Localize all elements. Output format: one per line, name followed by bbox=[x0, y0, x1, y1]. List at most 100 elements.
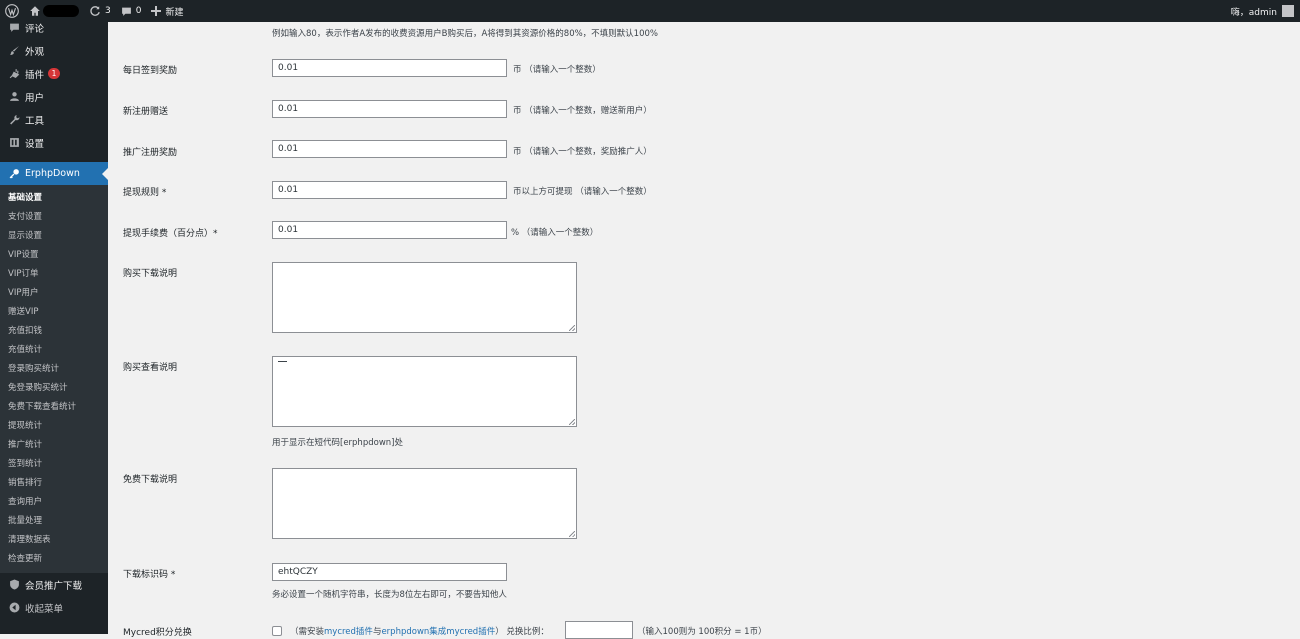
submenu-item[interactable]: 免费下载查看统计 bbox=[0, 398, 108, 417]
buy-view-desc-help: 用于显示在短代码[erphpdown]处 bbox=[272, 438, 403, 448]
comments-link[interactable]: 0 bbox=[116, 0, 147, 22]
submenu-item[interactable]: VIP订单 bbox=[0, 265, 108, 284]
daily-checkin-reward-label: 每日签到奖励 bbox=[123, 66, 178, 76]
menu-label: 用户 bbox=[25, 92, 45, 104]
withdraw-fee-input[interactable] bbox=[272, 221, 507, 239]
buy-download-desc-textarea[interactable] bbox=[272, 262, 577, 333]
withdraw-rule-label: 提现规则 * bbox=[123, 188, 167, 198]
resize-handle[interactable] bbox=[569, 325, 575, 331]
withdraw-fee-hint: % （请输入一个整数） bbox=[511, 228, 599, 238]
referral-reward-hint: 币 （请输入一个整数，奖励推广人） bbox=[513, 147, 652, 157]
mycred-ratio-text: ） 兑换比例： bbox=[495, 627, 549, 637]
withdraw-rule-input[interactable] bbox=[272, 181, 507, 199]
submenu-item[interactable]: 签到统计 bbox=[0, 455, 108, 474]
free-download-desc-label: 免费下载说明 bbox=[123, 475, 178, 485]
updates-count: 3 bbox=[105, 6, 111, 16]
menu-item-member-promo-download[interactable]: 会员推广下载 bbox=[0, 573, 108, 596]
download-code-help: 务必设置一个随机字符串，长度为8位左右即可，不要告知他人 bbox=[272, 590, 507, 600]
site-home-link[interactable] bbox=[24, 0, 84, 22]
paintbrush-icon bbox=[8, 45, 20, 57]
updates-link[interactable]: 3 bbox=[84, 0, 116, 22]
submenu-item[interactable]: 登录购买统计 bbox=[0, 360, 108, 379]
erphpdown-mycred-plugin-link[interactable]: erphpdown集成mycred插件 bbox=[381, 627, 495, 637]
comment-icon bbox=[121, 6, 132, 17]
mycred-exchange-label: Mycred积分兑换 bbox=[123, 628, 192, 638]
new-label: 新建 bbox=[165, 7, 184, 18]
withdraw-fee-label: 提现手续费（百分点）* bbox=[123, 229, 218, 239]
resize-handle[interactable] bbox=[569, 531, 575, 537]
erphpdown-submenu: 基础设置 支付设置 显示设置 VIP设置 VIP订单 VIP用户 赠送VIP 充… bbox=[0, 185, 108, 573]
collapse-icon bbox=[8, 602, 20, 614]
wrench-icon bbox=[8, 114, 20, 126]
home-icon bbox=[29, 5, 41, 17]
menu-item-erphpdown[interactable]: ErphpDown bbox=[0, 162, 108, 185]
key-icon bbox=[8, 168, 20, 180]
menu-label: 工具 bbox=[25, 115, 45, 127]
new-content-link[interactable]: 新建 bbox=[146, 0, 188, 22]
plus-icon bbox=[151, 6, 162, 16]
submenu-item[interactable]: 批量处理 bbox=[0, 512, 108, 531]
mycred-plugin-link[interactable]: mycred插件 bbox=[324, 627, 373, 637]
site-name-redacted bbox=[43, 5, 79, 17]
daily-checkin-reward-hint: 币 （请输入一个整数） bbox=[513, 65, 601, 75]
submenu-item[interactable]: 清理数据表 bbox=[0, 531, 108, 550]
my-account[interactable]: 嗨，admin bbox=[1231, 5, 1300, 18]
new-register-gift-hint: 币 （请输入一个整数，赠送新用户） bbox=[513, 106, 652, 116]
new-register-gift-input[interactable] bbox=[272, 100, 507, 118]
submenu-item[interactable]: VIP用户 bbox=[0, 284, 108, 303]
download-code-label: 下载标识码 * bbox=[123, 570, 176, 580]
mycred-ratio-input[interactable] bbox=[565, 621, 633, 639]
user-icon bbox=[8, 91, 20, 103]
mycred-enable-checkbox[interactable] bbox=[272, 626, 282, 636]
mycred-ratio-example: （输入100则为 100积分 = 1币） bbox=[637, 627, 767, 637]
submenu-item[interactable]: 充值扣钱 bbox=[0, 322, 108, 341]
submenu-item[interactable]: 推广统计 bbox=[0, 436, 108, 455]
menu-label: 收起菜单 bbox=[25, 603, 64, 615]
referral-reward-input[interactable] bbox=[272, 140, 507, 158]
plugin-icon bbox=[8, 68, 20, 80]
menu-item-comments[interactable]: 评论 bbox=[0, 22, 108, 39]
buy-view-desc-textarea[interactable] bbox=[272, 356, 577, 427]
new-register-gift-label: 新注册赠送 bbox=[123, 107, 169, 117]
plugins-update-badge: 1 bbox=[48, 68, 61, 79]
settings-form: 例如输入80，表示作者A发布的收费资源用户B购买后，A将得到其资源价格的80%，… bbox=[108, 22, 1300, 639]
menu-item-plugins[interactable]: 插件 1 bbox=[0, 62, 108, 85]
comments-count: 0 bbox=[135, 6, 142, 16]
submenu-item[interactable]: 赠送VIP bbox=[0, 303, 108, 322]
submenu-item[interactable]: 销售排行 bbox=[0, 474, 108, 493]
comment-icon bbox=[8, 22, 20, 34]
submenu-item[interactable]: 基础设置 bbox=[0, 189, 108, 208]
referral-reward-label: 推广注册奖励 bbox=[123, 148, 178, 158]
menu-label: 评论 bbox=[25, 23, 45, 35]
settings-icon bbox=[8, 137, 20, 149]
avatar bbox=[1282, 5, 1294, 17]
submenu-item[interactable]: 免登录购买统计 bbox=[0, 379, 108, 398]
buy-view-desc-label: 购买查看说明 bbox=[123, 363, 178, 373]
menu-label: 会员推广下载 bbox=[25, 580, 83, 592]
submenu-item[interactable]: 显示设置 bbox=[0, 227, 108, 246]
admin-sidebar: 评论 外观 插件 1 用户 工具 设置 ErphpDown 基础设置 支付设置 bbox=[0, 22, 108, 634]
menu-item-users[interactable]: 用户 bbox=[0, 85, 108, 108]
submenu-item[interactable]: VIP设置 bbox=[0, 246, 108, 265]
withdraw-rule-hint: 币以上方可提现 （请输入一个整数） bbox=[513, 187, 652, 197]
menu-item-settings[interactable]: 设置 bbox=[0, 131, 108, 154]
download-code-input[interactable] bbox=[272, 563, 507, 581]
menu-item-tools[interactable]: 工具 bbox=[0, 108, 108, 131]
mycred-pre-text: （需安装 bbox=[290, 627, 325, 637]
submenu-item[interactable]: 提现统计 bbox=[0, 417, 108, 436]
submenu-item[interactable]: 充值统计 bbox=[0, 341, 108, 360]
resize-handle[interactable] bbox=[569, 419, 575, 425]
free-download-desc-textarea[interactable] bbox=[272, 468, 577, 539]
mycred-requirement-text: （需安装mycred插件与erphpdown集成mycred插件） 兑换比例： bbox=[290, 625, 549, 637]
wordpress-logo-icon[interactable] bbox=[0, 0, 24, 22]
shield-icon bbox=[8, 579, 20, 591]
menu-item-appearance[interactable]: 外观 bbox=[0, 39, 108, 62]
submenu-item[interactable]: 支付设置 bbox=[0, 208, 108, 227]
collapse-menu-button[interactable]: 收起菜单 bbox=[0, 596, 108, 619]
daily-checkin-reward-input[interactable] bbox=[272, 59, 507, 77]
buy-download-desc-label: 购买下载说明 bbox=[123, 269, 178, 279]
menu-label: 设置 bbox=[25, 138, 45, 150]
menu-label: 插件 bbox=[25, 69, 45, 81]
submenu-item[interactable]: 检查更新 bbox=[0, 550, 108, 569]
submenu-item[interactable]: 查询用户 bbox=[0, 493, 108, 512]
